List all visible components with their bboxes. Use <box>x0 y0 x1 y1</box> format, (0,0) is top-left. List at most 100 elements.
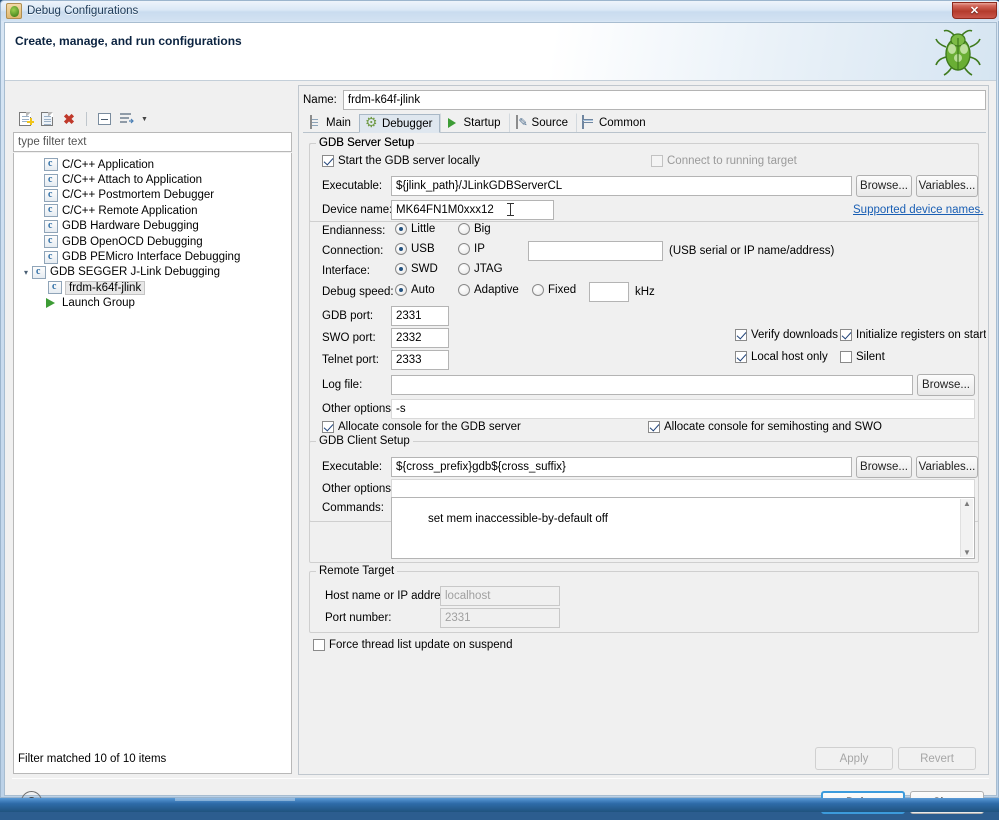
tree-item-label: C/C++ Remote Application <box>62 205 198 217</box>
configurations-tree[interactable]: C/C++ Application C/C++ Attach to Applic… <box>13 153 292 774</box>
server-executable-input[interactable]: ${jlink_path}/JLinkGDBServerCL <box>391 176 852 196</box>
tree-item-frdm-k64f-jlink[interactable]: frdm-k64f-jlink <box>14 280 291 295</box>
interface-swd-radio[interactable]: SWD <box>395 263 438 275</box>
initialize-registers-checkbox[interactable]: Initialize registers on start <box>840 329 986 341</box>
log-file-input[interactable] <box>391 375 913 395</box>
text-cursor-icon <box>510 203 511 216</box>
page-title: Create, manage, and run configurations <box>15 34 242 48</box>
tree-item-3[interactable]: C/C++ Remote Application <box>14 203 291 218</box>
client-commands-textarea[interactable]: set mem inaccessible-by-default off ▲ ▼ <box>391 497 975 559</box>
checkbox-box <box>648 421 660 433</box>
tab-label: Startup <box>463 117 500 129</box>
tree-item-6[interactable]: GDB PEMicro Interface Debugging <box>14 249 291 264</box>
server-executable-variables-button[interactable]: Variables... <box>916 175 978 197</box>
radio-label: Fixed <box>548 284 576 296</box>
connection-usb-radio[interactable]: USB <box>395 243 435 255</box>
tree-body: C/C++ Application C/C++ Attach to Applic… <box>14 153 291 311</box>
tab-common[interactable]: Common <box>576 113 654 132</box>
debug-configurations-window: Debug Configurations ✕ Create, manage, a… <box>0 0 999 798</box>
server-other-options-input[interactable]: -s <box>391 399 975 419</box>
window-close-button[interactable]: ✕ <box>952 2 997 19</box>
force-thread-list-update-checkbox[interactable]: Force thread list update on suspend <box>313 639 512 651</box>
radio-label: USB <box>411 243 435 255</box>
allocate-console-gdb-server-checkbox[interactable]: Allocate console for the GDB server <box>322 421 521 433</box>
delete-configuration-icon[interactable]: ✖ <box>60 110 78 128</box>
c-file-icon <box>44 158 58 171</box>
debug-speed-adaptive-radio[interactable]: Adaptive <box>458 284 519 296</box>
tree-item-label: C/C++ Application <box>62 159 154 171</box>
debug-speed-unit-label: kHz <box>635 286 655 298</box>
revert-button[interactable]: Revert <box>898 747 976 770</box>
radio-label: Big <box>474 223 491 235</box>
log-file-browse-button[interactable]: Browse... <box>917 374 975 396</box>
allocate-console-semihosting-checkbox[interactable]: Allocate console for semihosting and SWO <box>648 421 882 433</box>
client-executable-variables-button[interactable]: Variables... <box>916 456 978 478</box>
client-executable-browse-button[interactable]: Browse... <box>856 456 912 478</box>
commands-scrollbar[interactable]: ▲ ▼ <box>960 499 973 557</box>
filter-input[interactable]: type filter text <box>13 132 292 152</box>
host-name-input[interactable]: localhost <box>440 586 560 606</box>
device-name-input[interactable]: MK64FN1M0xxx12 <box>391 200 554 220</box>
device-name-label: Device name: <box>322 204 392 216</box>
connection-address-input[interactable] <box>528 241 663 261</box>
debug-speed-value-input[interactable] <box>589 282 629 302</box>
verify-downloads-checkbox[interactable]: Verify downloads <box>735 329 838 341</box>
tree-item-1[interactable]: C/C++ Attach to Application <box>14 172 291 187</box>
dialog-header: Create, manage, and run configurations <box>5 23 996 81</box>
start-gdb-server-locally-checkbox[interactable]: Start the GDB server locally <box>322 155 480 167</box>
checkbox-box <box>322 421 334 433</box>
c-file-icon <box>44 189 58 202</box>
tab-debugger[interactable]: Debugger <box>359 114 441 133</box>
tab-source[interactable]: Source <box>509 113 576 132</box>
local-host-only-checkbox[interactable]: Local host only <box>735 351 828 363</box>
tree-item-7[interactable]: ▾ GDB SEGGER J-Link Debugging <box>14 265 291 280</box>
client-executable-input[interactable]: ${cross_prefix}gdb${cross_suffix} <box>391 457 852 477</box>
interface-jtag-radio[interactable]: JTAG <box>458 263 503 275</box>
config-name-input[interactable]: frdm-k64f-jlink <box>343 90 986 110</box>
radio-dot <box>532 284 544 296</box>
endianness-little-radio[interactable]: Little <box>395 223 435 235</box>
tree-item-0[interactable]: C/C++ Application <box>14 157 291 172</box>
telnet-port-input[interactable]: 2333 <box>391 350 449 370</box>
endianness-big-radio[interactable]: Big <box>458 223 491 235</box>
apply-button[interactable]: Apply <box>815 747 893 770</box>
gdb-port-input[interactable]: 2331 <box>391 306 449 326</box>
debug-speed-fixed-radio[interactable]: Fixed <box>532 284 576 296</box>
collapse-all-icon[interactable] <box>95 110 113 128</box>
c-file-icon <box>44 251 58 264</box>
tree-expander <box>32 220 44 232</box>
debug-speed-auto-radio[interactable]: Auto <box>395 284 435 296</box>
duplicate-configuration-icon[interactable] <box>38 110 56 128</box>
scroll-up-arrow-icon[interactable]: ▲ <box>963 499 971 508</box>
tree-expander-icon[interactable]: ▾ <box>20 266 32 278</box>
tree-expander <box>32 159 44 171</box>
silent-checkbox[interactable]: Silent <box>840 351 885 363</box>
tab-main[interactable]: Main <box>303 113 359 132</box>
client-other-options-input[interactable] <box>391 479 975 499</box>
tab-label: Common <box>599 117 646 129</box>
radio-label: SWD <box>411 263 438 275</box>
checkbox-box <box>735 329 747 341</box>
connect-to-running-target-checkbox[interactable]: Connect to running target <box>651 155 797 167</box>
play-icon <box>446 116 460 130</box>
server-executable-browse-button[interactable]: Browse... <box>856 175 912 197</box>
tree-item-5[interactable]: GDB OpenOCD Debugging <box>14 234 291 249</box>
server-executable-label: Executable: <box>322 180 382 192</box>
tree-item-label: Launch Group <box>62 297 135 309</box>
tree-item-launch-group[interactable]: Launch Group <box>14 296 291 311</box>
scroll-down-arrow-icon[interactable]: ▼ <box>963 548 971 557</box>
connection-ip-radio[interactable]: IP <box>458 243 485 255</box>
host-name-label: Host name or IP address: <box>325 590 455 602</box>
supported-device-names-link[interactable]: Supported device names. <box>853 204 983 216</box>
document-icon <box>309 116 323 130</box>
checkbox-label: Connect to running target <box>667 155 797 167</box>
tree-item-2[interactable]: C/C++ Postmortem Debugger <box>14 188 291 203</box>
tree-item-4[interactable]: GDB Hardware Debugging <box>14 219 291 234</box>
filter-icon[interactable] <box>117 110 135 128</box>
port-number-input[interactable]: 2331 <box>440 608 560 628</box>
swo-port-input[interactable]: 2332 <box>391 328 449 348</box>
new-configuration-icon[interactable] <box>16 110 34 128</box>
tree-item-label: C/C++ Postmortem Debugger <box>62 189 214 201</box>
tab-startup[interactable]: Startup <box>440 113 508 132</box>
view-menu-chevron-icon[interactable]: ▼ <box>139 110 149 128</box>
